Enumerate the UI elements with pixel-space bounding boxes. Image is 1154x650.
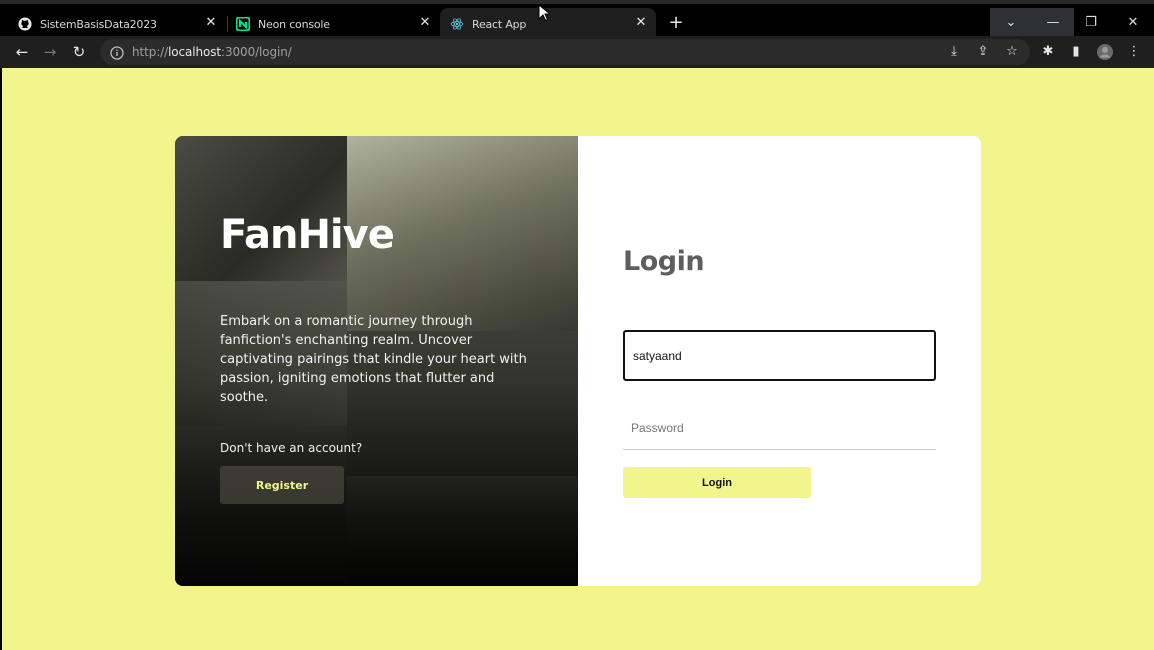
tab-title: Neon console: [258, 17, 330, 31]
tab-search-icon[interactable]: ⌄: [990, 8, 1032, 36]
no-account-text: Don't have an account?: [220, 441, 363, 455]
tab-title: SistemBasisData2023: [40, 17, 157, 31]
register-button[interactable]: Register: [220, 466, 344, 504]
hero-panel: FanHive Embark on a romantic journey thr…: [175, 136, 578, 586]
password-input[interactable]: [623, 406, 936, 450]
install-app-icon[interactable]: ⤓: [946, 44, 962, 60]
mouse-cursor-icon: [538, 4, 550, 22]
url-text: http://localhost:3000/login/: [132, 45, 292, 59]
username-input[interactable]: [623, 330, 936, 381]
tab-close-icon[interactable]: ✕: [204, 16, 218, 30]
back-icon[interactable]: ←: [12, 42, 32, 62]
close-window-icon[interactable]: ✕: [1112, 8, 1154, 36]
login-card: FanHive Embark on a romantic journey thr…: [175, 136, 981, 586]
minimize-icon[interactable]: —: [1032, 8, 1074, 36]
tab-title: React App: [472, 17, 527, 31]
share-icon[interactable]: ⇪: [975, 44, 991, 60]
side-panel-icon[interactable]: ▮: [1068, 44, 1084, 60]
neon-icon: [236, 17, 250, 31]
browser-toolbar: ← → ↻ http://localhost:3000/login/ ⤓ ⇪ ☆…: [0, 36, 1154, 68]
site-info-icon[interactable]: [110, 45, 124, 60]
tab-close-icon[interactable]: ✕: [418, 16, 432, 30]
page-background: FanHive Embark on a romantic journey thr…: [2, 68, 1154, 650]
hero-tagline: Embark on a romantic journey through fan…: [220, 314, 527, 405]
address-bar[interactable]: http://localhost:3000/login/: [100, 39, 1030, 65]
tab-strip: SistemBasisData2023 ✕ Neon console ✕ Rea…: [0, 0, 1154, 40]
menu-icon[interactable]: ⋮: [1126, 44, 1142, 60]
restore-icon[interactable]: ❐: [1070, 8, 1112, 36]
react-icon: [450, 17, 464, 31]
login-title: Login: [623, 246, 705, 277]
tab-close-icon[interactable]: ✕: [634, 16, 648, 30]
forward-icon[interactable]: →: [40, 42, 60, 62]
brand-title: FanHive: [220, 212, 395, 258]
new-tab-button[interactable]: +: [666, 13, 686, 33]
avatar[interactable]: [1097, 44, 1113, 60]
bookmark-star-icon[interactable]: ☆: [1004, 44, 1020, 60]
github-icon: [18, 17, 32, 31]
login-button[interactable]: Login: [623, 467, 811, 498]
extensions-icon[interactable]: ✱: [1040, 44, 1056, 60]
reload-icon[interactable]: ↻: [69, 42, 89, 62]
